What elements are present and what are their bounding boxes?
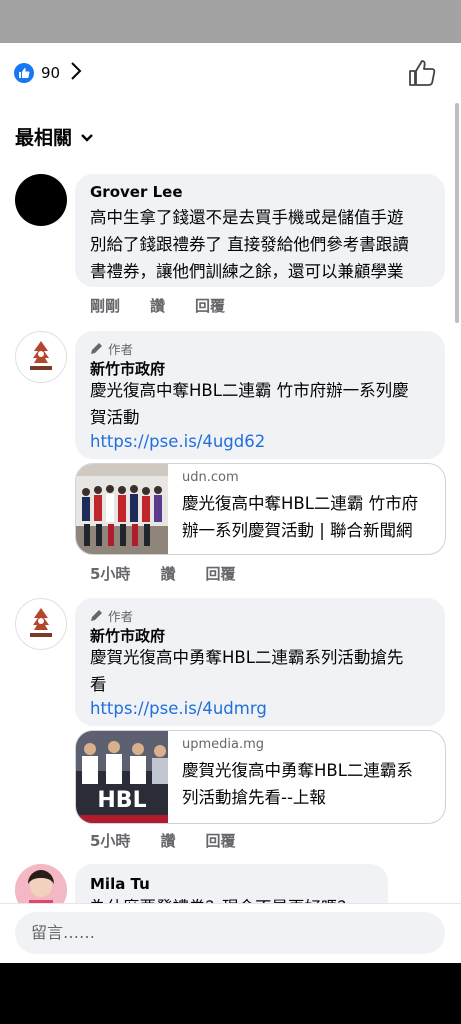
comment-actions: 5小時 讚 回覆 — [90, 563, 265, 584]
reaction-count: 90 — [41, 64, 61, 82]
comment-input[interactable]: 留言…… — [15, 912, 445, 954]
sort-label: 最相關 — [15, 127, 73, 149]
link-preview-image: HBL — [76, 731, 168, 823]
comment-time: 5小時 — [90, 565, 131, 583]
like-icon — [14, 63, 34, 83]
comment-link[interactable]: https://pse.is/4udmrg — [90, 697, 267, 721]
city-logo-icon — [30, 608, 52, 637]
avatar[interactable] — [15, 331, 67, 383]
author-tag: 作者 — [90, 339, 133, 358]
comment-actions: 5小時 讚 回覆 — [90, 830, 265, 851]
chevron-right-icon — [70, 61, 82, 86]
reaction-summary[interactable]: 90 — [14, 61, 82, 85]
pencil-icon — [91, 343, 102, 354]
reply-action[interactable]: 回覆 — [195, 295, 225, 316]
like-action[interactable]: 讚 — [160, 563, 175, 584]
author-tag: 作者 — [90, 606, 133, 625]
link-preview-card[interactable]: udn.com 慶光復高中奪HBL二連霸 竹市府 辦一系列慶賀活動 | 聯合新聞… — [75, 463, 446, 555]
link-preview-image — [76, 464, 168, 554]
comment-composer: 留言…… — [0, 903, 461, 964]
svg-text:HBL: HBL — [97, 788, 146, 813]
thumbs-up-icon — [409, 60, 436, 86]
comment-link[interactable]: https://pse.is/4ugd62 — [90, 430, 265, 454]
commenter-name[interactable]: 新竹市政府 — [90, 625, 165, 646]
comment-text: 慶賀光復高中勇奪HBL二連霸系列活動搶先 看 — [90, 648, 404, 694]
link-title: 慶光復高中奪HBL二連霸 竹市府 辦一系列慶賀活動 | 聯合新聞網 — [182, 494, 419, 540]
comment-text: 慶光復高中奪HBL二連霸 竹市府辦一系列慶 賀活動 — [90, 381, 409, 427]
commenter-name[interactable]: Grover Lee — [90, 183, 183, 201]
avatar[interactable] — [15, 598, 67, 650]
scrollbar[interactable] — [455, 103, 459, 323]
link-preview-card[interactable]: HBL upmedia.mg 慶賀光復高中勇奪HBL二連霸系 列活動搶先看--上… — [75, 730, 446, 824]
link-domain: upmedia.mg — [182, 737, 265, 752]
link-domain: udn.com — [182, 470, 239, 485]
system-nav-bar — [0, 963, 461, 1024]
sort-dropdown[interactable]: 最相關 — [15, 123, 94, 150]
link-title: 慶賀光復高中勇奪HBL二連霸系 列活動搶先看--上報 — [182, 761, 413, 807]
comment-time: 剛剛 — [90, 297, 121, 315]
comment-bubble[interactable]: Grover Lee 高中生拿了錢還不是去買手機或是儲值手遊 別給了錢跟禮券了 … — [75, 174, 445, 287]
comment-text: 高中生拿了錢還不是去買手機或是儲值手遊 別給了錢跟禮券了 直接發給他們參考書跟讀… — [90, 208, 409, 281]
like-button[interactable] — [407, 58, 437, 88]
commenter-name[interactable]: 新竹市政府 — [90, 358, 165, 379]
city-logo-icon — [30, 341, 52, 370]
avatar[interactable] — [15, 174, 67, 226]
comment-bubble[interactable]: 作者 新竹市政府 慶光復高中奪HBL二連霸 竹市府辦一系列慶 賀活動 https… — [75, 331, 445, 459]
reply-action[interactable]: 回覆 — [205, 563, 235, 584]
pencil-icon — [91, 610, 102, 621]
reply-action[interactable]: 回覆 — [205, 830, 235, 851]
comment-bubble[interactable]: 作者 新竹市政府 慶賀光復高中勇奪HBL二連霸系列活動搶先 看 https://… — [75, 598, 445, 726]
like-action[interactable]: 讚 — [150, 295, 165, 316]
chevron-down-icon — [80, 126, 94, 148]
status-bar — [0, 0, 461, 43]
comment-time: 5小時 — [90, 832, 131, 850]
commenter-name[interactable]: Mila Tu — [90, 875, 150, 893]
like-action[interactable]: 讚 — [160, 830, 175, 851]
comment-actions: 剛剛 讚 回覆 — [90, 295, 255, 316]
